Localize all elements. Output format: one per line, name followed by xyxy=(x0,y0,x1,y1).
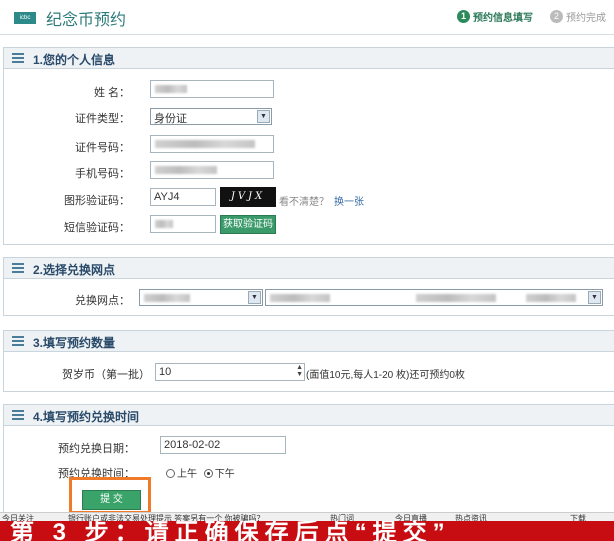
section-header: 4.填写预约兑换时间 xyxy=(4,405,614,426)
list-icon xyxy=(12,336,24,346)
id-type-select[interactable]: 身份证 ▼ xyxy=(150,108,272,125)
section-quantity: 3.填写预约数量 xyxy=(3,330,614,392)
branch-label: 兑换网点： xyxy=(75,295,130,307)
stepper-arrows-icon[interactable]: ▲ ▼ xyxy=(296,364,303,378)
quantity-label: 贺岁币（第一批） xyxy=(62,369,150,381)
list-icon xyxy=(12,53,24,63)
date-field[interactable]: 2018-02-02 xyxy=(160,436,286,454)
quantity-note: (面值10元,每人1-20 枚)还可预约0枚 xyxy=(306,370,465,381)
captcha-refresh-link[interactable]: 换一张 xyxy=(334,193,364,208)
period-radio-group: 上午 下午 xyxy=(166,465,235,480)
section-header: 2.选择兑换网点 xyxy=(4,258,614,279)
step-2-number: 2 xyxy=(550,10,563,23)
captcha-image[interactable]: JVJX xyxy=(220,187,276,207)
get-sms-code-button[interactable]: 获取验证码 xyxy=(220,215,276,234)
captcha-input[interactable]: AYJ4 xyxy=(150,188,216,206)
id-type-label: 证件类型： xyxy=(75,113,130,125)
sms-code-label: 短信验证码： xyxy=(64,222,130,234)
section-title: 2.选择兑换网点 xyxy=(33,263,116,277)
pm-radio[interactable]: 下午 xyxy=(203,469,235,480)
list-icon xyxy=(12,410,24,420)
chevron-down-icon: ▼ xyxy=(257,110,270,123)
phone-label: 手机号码： xyxy=(75,168,130,180)
section-header: 1.您的个人信息 xyxy=(4,48,614,69)
section-header: 3.填写预约数量 xyxy=(4,331,614,352)
date-label: 预约兑换日期： xyxy=(58,443,135,455)
chevron-down-icon: ▼ xyxy=(248,291,261,304)
section-title: 1.您的个人信息 xyxy=(33,53,116,67)
id-number-label: 证件号码： xyxy=(75,142,130,154)
bank-logo: icbc xyxy=(14,12,36,24)
step-1-label: 预约信息填写 xyxy=(473,13,533,24)
sms-code-field[interactable] xyxy=(150,215,216,233)
highlight-box xyxy=(69,477,151,514)
name-label: 姓 名： xyxy=(93,87,130,99)
list-icon xyxy=(12,263,24,273)
quantity-value: 10 xyxy=(159,366,172,378)
quantity-stepper[interactable]: 10 ▲ ▼ xyxy=(155,363,305,381)
chevron-down-icon: ▼ xyxy=(588,291,601,304)
radio-icon xyxy=(166,469,175,478)
captcha-label: 图形验证码： xyxy=(64,195,130,207)
section-title: 3.填写预约数量 xyxy=(33,336,116,350)
captcha-hint: 看不清楚？ xyxy=(279,197,329,208)
caption-banner: 第 3 步：请正确保存后点“提交” xyxy=(0,521,614,541)
am-radio[interactable]: 上午 xyxy=(166,469,197,480)
id-type-value: 身份证 xyxy=(154,113,187,125)
radio-selected-icon xyxy=(203,469,213,478)
page-title: 纪念币预约 xyxy=(46,12,127,29)
branch-outlet-select[interactable]: ▼ xyxy=(265,289,603,306)
section-title: 4.填写预约兑换时间 xyxy=(33,410,140,424)
top-bar: icbc 纪念币预约 1 预约信息填写 2 预约完成 xyxy=(0,0,614,35)
id-number-field[interactable] xyxy=(150,135,274,153)
phone-field[interactable] xyxy=(150,161,274,179)
caption-text: 第 3 步：请正确保存后点“提交” xyxy=(10,521,451,541)
step-2-indicator: 2 预约完成 xyxy=(550,9,606,24)
step-1-indicator: 1 预约信息填写 xyxy=(457,9,533,24)
branch-district-select[interactable]: ▼ xyxy=(139,289,263,306)
step-2-label: 预约完成 xyxy=(566,13,606,24)
step-1-number: 1 xyxy=(457,10,470,23)
name-field[interactable] xyxy=(150,80,274,98)
